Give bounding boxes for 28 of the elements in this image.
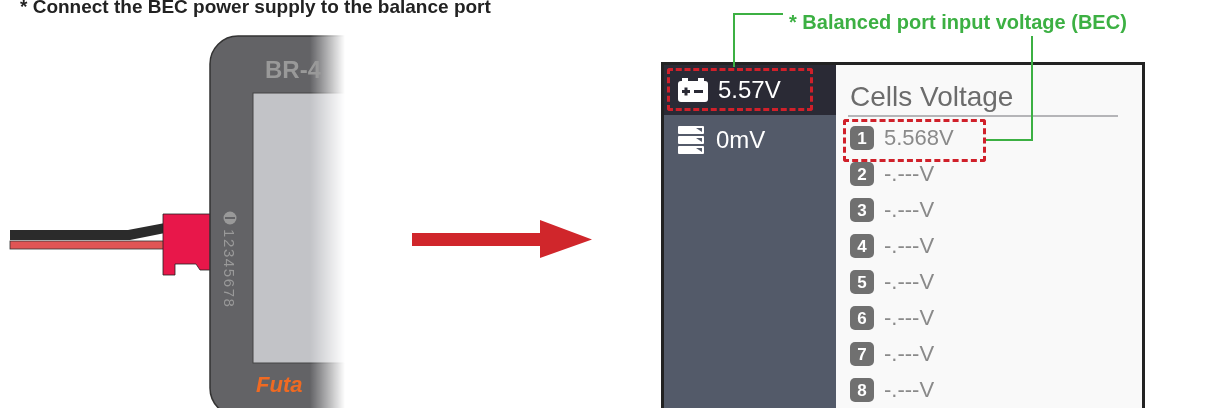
callout-label: * Balanced port input voltage (BEC) bbox=[789, 10, 1127, 34]
cell-number: 5 bbox=[850, 270, 874, 294]
cell-voltage: -.---V bbox=[884, 235, 935, 257]
cell-number: 6 bbox=[850, 306, 874, 330]
cell-voltage: -.---V bbox=[884, 307, 935, 329]
cell-voltage: -.---V bbox=[884, 199, 935, 221]
cell-number: 2 bbox=[850, 162, 874, 186]
battery-icon bbox=[678, 78, 708, 102]
caption: * Connect the BEC power supply to the balance port bbox=[20, 0, 491, 18]
cell-number: 4 bbox=[850, 234, 874, 258]
cell-voltage: -.---V bbox=[884, 343, 935, 365]
sidebar-item[interactable]: 5.57V bbox=[664, 65, 836, 115]
cell-number: 7 bbox=[850, 342, 874, 366]
cell-voltage: -.---V bbox=[884, 271, 935, 293]
voltage-text: 0mV bbox=[716, 125, 766, 155]
voltage-text: 5.57V bbox=[718, 75, 781, 105]
cell-voltage: -.---V bbox=[884, 163, 935, 185]
cell-number: 3 bbox=[850, 198, 874, 222]
panel-title: Cells Voltage bbox=[848, 79, 1118, 117]
minus-icon bbox=[223, 211, 237, 225]
brand-logo: Futa bbox=[256, 372, 303, 397]
leader-line bbox=[733, 13, 783, 67]
cell-number: 8 bbox=[850, 378, 874, 402]
cell-voltage: -.---V bbox=[884, 379, 935, 401]
cell-number: 1 bbox=[850, 126, 874, 150]
cell-voltage: 5.568V bbox=[884, 127, 954, 149]
cells-icon bbox=[678, 126, 706, 154]
arrow-icon bbox=[412, 220, 592, 258]
